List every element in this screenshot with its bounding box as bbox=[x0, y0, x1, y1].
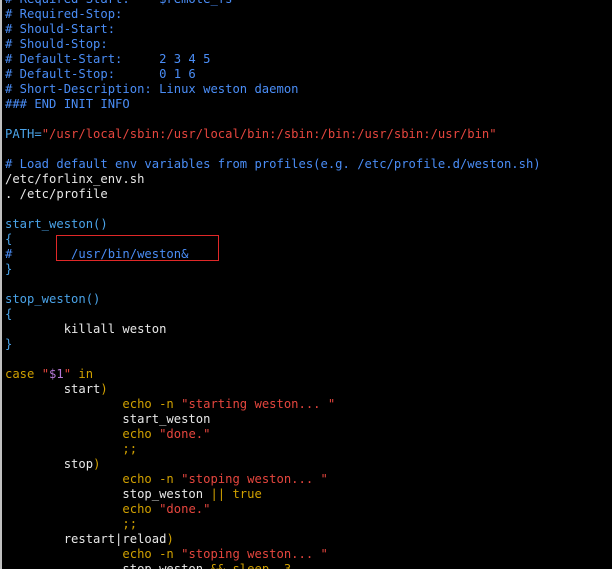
code-token: # Required-Stop: bbox=[5, 7, 123, 21]
code-token: case bbox=[5, 367, 42, 381]
annotation-highlight-box bbox=[56, 235, 219, 261]
code-line: echo -n "starting weston... " bbox=[5, 397, 335, 412]
code-token: # Default-Start: 2 3 4 5 bbox=[5, 52, 211, 66]
code-token: echo -n bbox=[5, 472, 182, 486]
code-token: /etc/forlinx_env.sh bbox=[5, 172, 145, 186]
code-token: "done." bbox=[159, 427, 211, 441]
code-token: ;; bbox=[5, 517, 138, 531]
terminal-editor[interactable]: # Required-Start: $remote_fs# Required-S… bbox=[0, 0, 612, 569]
code-line: stop_weston || true bbox=[5, 487, 262, 502]
code-token: "starting weston... " bbox=[181, 397, 336, 411]
code-line: ;; bbox=[5, 517, 137, 532]
code-line: PATH="/usr/local/sbin:/usr/local/bin:/sb… bbox=[5, 127, 497, 142]
code-line: . /etc/profile bbox=[5, 187, 108, 202]
code-line: ### END INIT INFO bbox=[5, 97, 130, 112]
code-line: # Default-Start: 2 3 4 5 bbox=[5, 52, 210, 67]
code-line: # Should-Stop: bbox=[5, 37, 108, 52]
code-line: { bbox=[5, 307, 12, 322]
code-line: stop) bbox=[5, 457, 101, 472]
code-line: stop_weston() bbox=[5, 292, 100, 307]
code-line: start) bbox=[5, 382, 108, 397]
code-line: # Should-Start: bbox=[5, 22, 115, 37]
code-token: start bbox=[5, 382, 101, 396]
code-line: # Default-Stop: 0 1 6 bbox=[5, 67, 196, 82]
code-token: stop bbox=[5, 457, 94, 471]
code-token: ### END INIT INFO bbox=[5, 97, 130, 111]
code-line: start_weston bbox=[5, 412, 210, 427]
code-token: echo bbox=[5, 427, 160, 441]
code-line: } bbox=[5, 337, 12, 352]
code-line: # Short-Description: Linux weston daemon bbox=[5, 82, 299, 97]
code-token: || true bbox=[210, 487, 262, 501]
code-token: # Should-Start: bbox=[5, 22, 116, 36]
code-line: ;; bbox=[5, 442, 137, 457]
code-token: "done." bbox=[159, 502, 211, 516]
code-token: "stoping weston... " bbox=[181, 472, 328, 486]
code-token: PATH= bbox=[5, 127, 42, 141]
code-token: { bbox=[5, 307, 13, 321]
code-token: killall weston bbox=[5, 322, 167, 336]
code-token: # Should-Stop: bbox=[5, 37, 108, 51]
code-line: case "$1" in bbox=[5, 367, 93, 382]
code-line: killall weston bbox=[5, 322, 167, 337]
code-token: " bbox=[63, 367, 72, 381]
code-token: # Short-Description: Linux weston daemon bbox=[5, 82, 299, 96]
code-token: " bbox=[41, 367, 50, 381]
code-line: start_weston() bbox=[5, 217, 108, 232]
code-token: restart|reload bbox=[5, 532, 167, 546]
code-token: } bbox=[5, 337, 13, 351]
code-line: echo "done." bbox=[5, 427, 210, 442]
code-token: in bbox=[71, 367, 94, 381]
code-line: { bbox=[5, 232, 12, 247]
code-token: . /etc/profile bbox=[5, 187, 108, 201]
code-line: echo -n "stoping weston... " bbox=[5, 547, 328, 562]
code-token: stop_weston bbox=[5, 562, 211, 569]
code-token: start_weston() bbox=[5, 217, 108, 231]
code-token: start_weston bbox=[5, 412, 211, 426]
code-line: } bbox=[5, 262, 12, 277]
code-token: stop_weston bbox=[5, 487, 211, 501]
code-line: # Load default env variables from profil… bbox=[5, 157, 541, 172]
code-line: stop_weston && sleep 3 bbox=[5, 562, 291, 569]
code-token: echo -n bbox=[5, 547, 182, 561]
code-token: # Load default env variables from profil… bbox=[5, 157, 541, 171]
code-token: "/usr/local/sbin:/usr/local/bin:/sbin:/b… bbox=[41, 127, 497, 141]
code-token: { bbox=[5, 232, 13, 246]
code-line: echo "done." bbox=[5, 502, 210, 517]
code-token: ;; bbox=[5, 442, 138, 456]
code-token: echo bbox=[5, 502, 160, 516]
code-token: ) bbox=[166, 532, 174, 546]
code-token: && sleep 3 bbox=[210, 562, 292, 569]
code-token: ) bbox=[93, 457, 101, 471]
code-token: # Default-Stop: 0 1 6 bbox=[5, 67, 196, 81]
code-token: "stoping weston... " bbox=[181, 547, 328, 561]
code-line: /etc/forlinx_env.sh bbox=[5, 172, 144, 187]
code-token: # Required-Start: $remote_fs bbox=[5, 0, 232, 6]
code-token: ) bbox=[100, 382, 108, 396]
code-line: # Required-Start: $remote_fs bbox=[5, 0, 232, 7]
code-token: $1 bbox=[49, 367, 64, 381]
code-line: echo -n "stoping weston... " bbox=[5, 472, 328, 487]
code-line: restart|reload) bbox=[5, 532, 174, 547]
code-line: # Required-Stop: bbox=[5, 7, 122, 22]
code-token: } bbox=[5, 262, 13, 276]
code-token: stop_weston() bbox=[5, 292, 101, 306]
code-token: echo -n bbox=[5, 397, 182, 411]
